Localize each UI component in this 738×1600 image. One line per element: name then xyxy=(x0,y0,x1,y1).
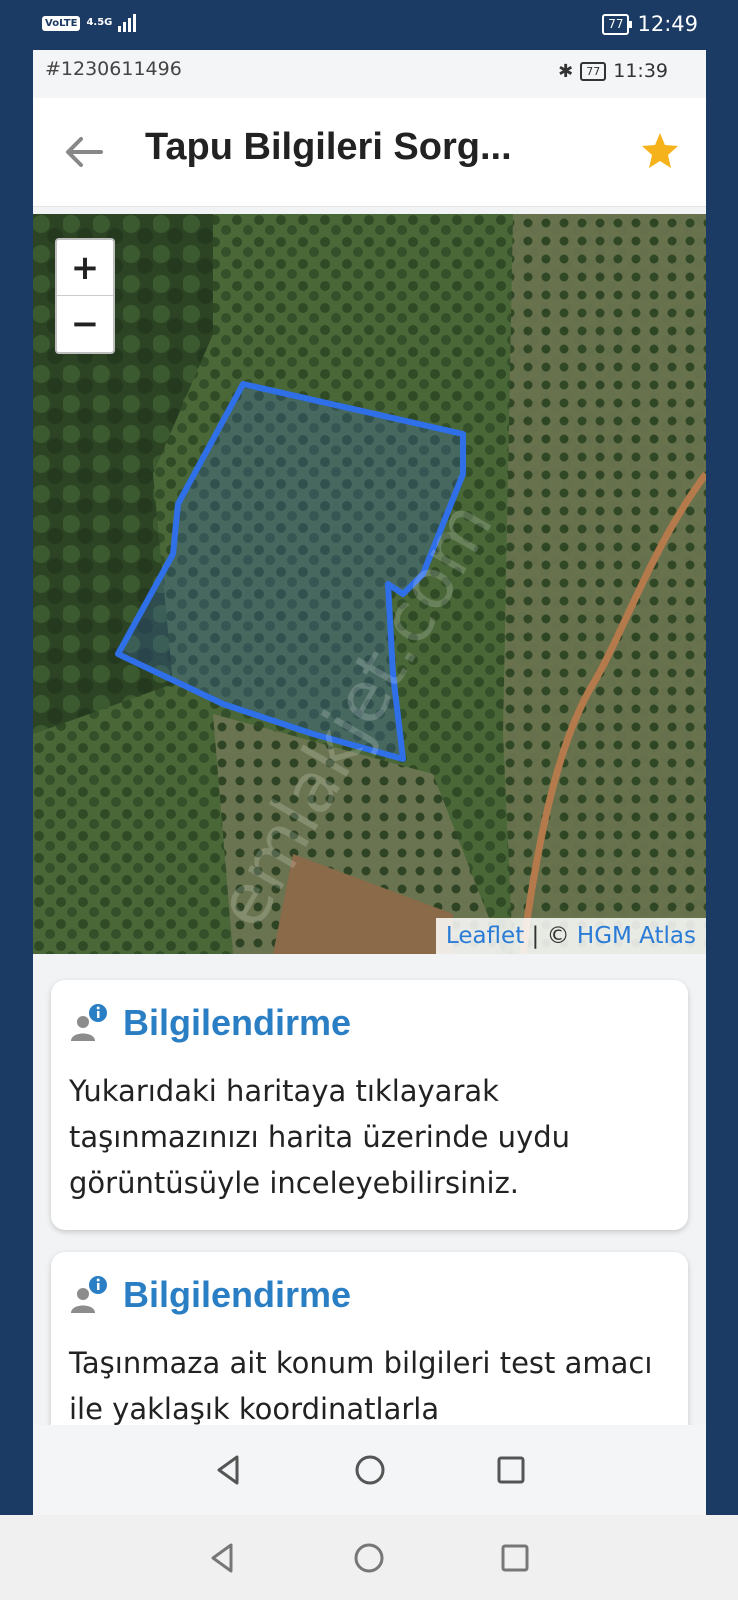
star-icon[interactable] xyxy=(640,130,680,170)
signal-bars-icon xyxy=(118,14,137,32)
device-status-bar: VoLTE 4.5G 77 12:49 xyxy=(0,0,738,50)
page-title: Tapu Bilgileri Sorg... xyxy=(145,126,512,168)
zoom-control: + − xyxy=(55,238,115,354)
inner-navigation-bar xyxy=(33,1425,706,1515)
inner-screenshot: #1230611496 ✱ 77 11:39 Tapu Bilgileri So… xyxy=(33,50,706,1515)
inner-battery-icon: 77 xyxy=(580,61,607,81)
battery-icon: 77 xyxy=(602,13,633,35)
home-circle-icon[interactable] xyxy=(352,1452,388,1488)
satellite-imagery xyxy=(33,214,706,954)
home-circle-icon[interactable] xyxy=(351,1540,387,1576)
card-title: Bilgilendirme xyxy=(123,1002,352,1043)
network-type: 4.5G xyxy=(86,17,113,28)
leaflet-link[interactable]: Leaflet xyxy=(446,923,524,949)
volte-badge: VoLTE xyxy=(42,15,81,31)
back-triangle-icon[interactable] xyxy=(205,1540,241,1576)
user-info-icon xyxy=(71,1004,107,1041)
zoom-out-button[interactable]: − xyxy=(57,296,113,351)
inner-clock: 11:39 xyxy=(613,60,668,82)
back-triangle-icon[interactable] xyxy=(211,1452,247,1488)
user-info-icon xyxy=(71,1276,107,1313)
attribution-separator: | © xyxy=(524,923,577,949)
hgm-atlas-link[interactable]: HGM Atlas xyxy=(577,923,696,949)
cell-id-text: #1230611496 xyxy=(45,58,182,80)
device-clock: 12:49 xyxy=(637,12,698,36)
recents-square-icon[interactable] xyxy=(497,1540,533,1576)
card-text: Yukarıdaki haritaya tıklayarak taşınmazı… xyxy=(69,1074,571,1200)
satellite-map[interactable]: + − Leaflet | © HGM Atlas xyxy=(33,214,706,954)
map-attribution: Leaflet | © HGM Atlas xyxy=(435,918,706,954)
back-arrow-icon[interactable] xyxy=(61,130,105,174)
inner-status-bar: #1230611496 ✱ 77 11:39 xyxy=(33,50,706,98)
app-bar: Tapu Bilgileri Sorg... xyxy=(33,98,706,207)
signal-group: VoLTE 4.5G xyxy=(42,14,137,32)
card-text: Taşınmaza ait konum bilgileri test amacı… xyxy=(69,1346,653,1426)
bluetooth-icon: ✱ xyxy=(558,60,574,82)
recents-square-icon[interactable] xyxy=(493,1452,529,1488)
zoom-in-button[interactable]: + xyxy=(57,240,113,296)
device-navigation-bar xyxy=(0,1515,738,1600)
info-card: Bilgilendirme Yukarıdaki haritaya tıklay… xyxy=(51,980,688,1230)
card-title: Bilgilendirme xyxy=(123,1274,352,1315)
